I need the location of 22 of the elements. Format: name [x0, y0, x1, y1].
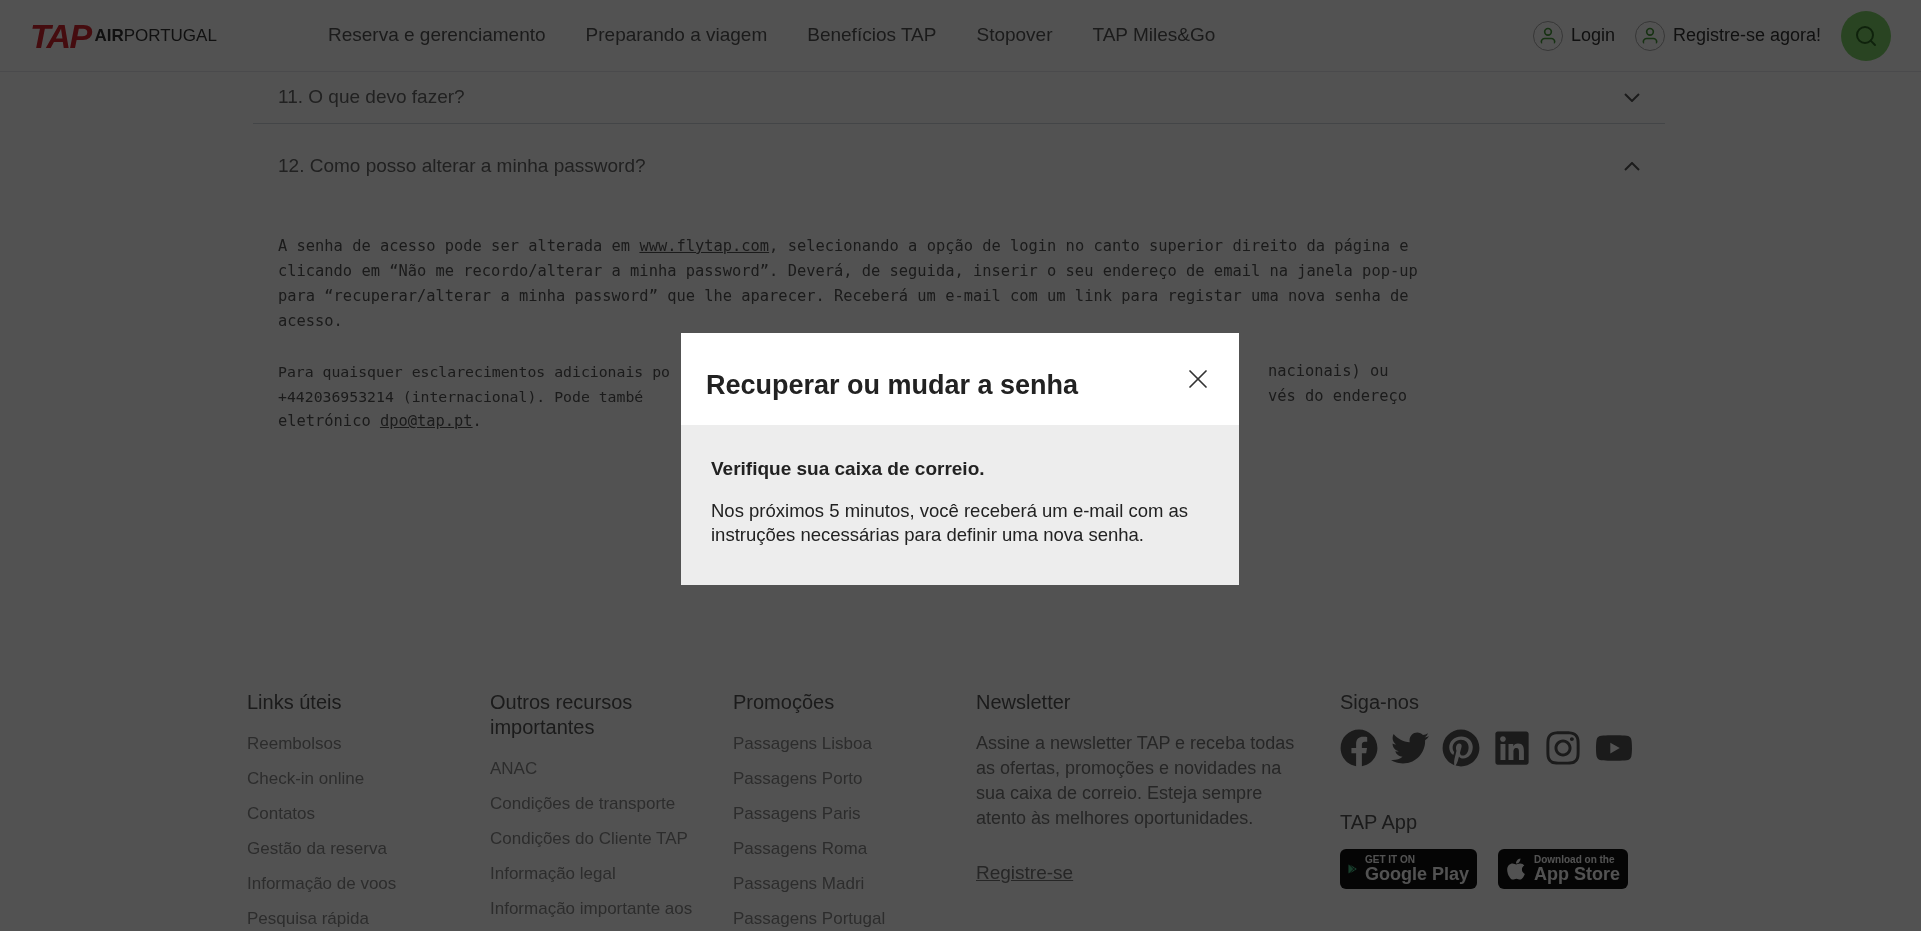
app-store-badge[interactable]: Download on the App Store	[1498, 849, 1628, 889]
logo-wordmark: AIRPORTUGAL	[94, 24, 217, 47]
badge-title: Google Play	[1364, 865, 1469, 883]
pinterest-icon[interactable]	[1442, 729, 1480, 767]
search-button[interactable]	[1841, 10, 1891, 61]
linkedin-icon[interactable]	[1493, 729, 1531, 767]
dialog-message: Nos próximos 5 minutos, você receberá um e-mail com as instruções necessárias para definir uma nova senha.	[711, 498, 1190, 547]
badge-title: App Store	[1534, 865, 1620, 883]
facebook-icon[interactable]	[1340, 729, 1378, 767]
app-store-badge[interactable]: GET IT ON Google Play	[1340, 849, 1477, 889]
apple-icon	[1506, 857, 1526, 881]
badge-caption: GET IT ON	[1364, 855, 1416, 865]
chevron-up-icon	[1624, 161, 1640, 171]
dialog-heading: Verifique sua caixa de correio.	[711, 457, 986, 481]
chevron-down-icon	[1624, 93, 1640, 102]
search-icon	[1854, 23, 1878, 48]
register-link[interactable]: Registre-se agora!	[1634, 20, 1821, 51]
login-link[interactable]: Login	[1532, 20, 1615, 51]
instagram-icon[interactable]	[1544, 729, 1582, 767]
badge-caption: Download on the	[1534, 855, 1616, 865]
dialog-title: Recuperar ou mudar a senha	[706, 368, 1079, 402]
logo-mark: TAP	[30, 18, 91, 53]
